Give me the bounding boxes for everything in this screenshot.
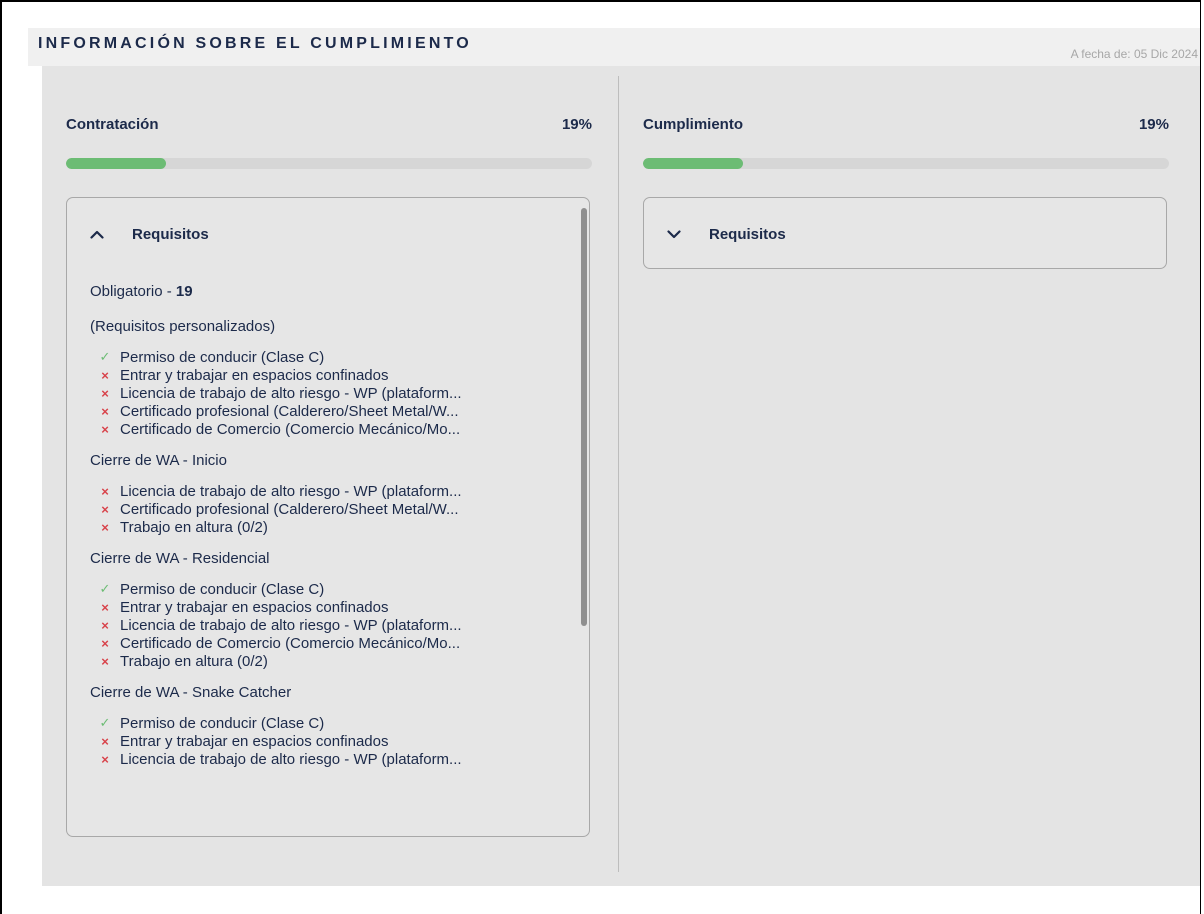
cross-icon: ×: [101, 421, 109, 437]
scrollbar[interactable]: [581, 208, 587, 828]
requirement-item-text: Permiso de conducir (Clase C): [120, 580, 325, 598]
hiring-header: Contratación 19%: [66, 116, 592, 136]
compliance-progress-bar: [643, 158, 1169, 169]
requirement-item-text: Licencia de trabajo de alto riesgo - WP …: [120, 482, 462, 500]
requirement-item: × Certificado de Comercio (Comercio Mecán…: [90, 420, 571, 438]
requirement-item-text: Entrar y trabajar en espacios confinados: [120, 366, 389, 384]
requirement-item: × Entrar y trabajar en espacios confinado…: [90, 366, 571, 384]
hiring-requirements-panel: Requisitos Obligatorio - 19 (Requisitos …: [66, 197, 590, 837]
requirement-item: × Certificado de Comercio (Comercio Mecán…: [90, 634, 571, 652]
requirement-group-title: Cierre de WA - Inicio: [90, 452, 227, 469]
requirement-item-text: Licencia de trabajo de alto riesgo - WP …: [120, 750, 462, 768]
compliance-percent: 19%: [1138, 116, 1169, 133]
requirement-item-text: Certificado de Comercio (Comercio Mecáni…: [120, 634, 461, 652]
requirement-item-text: Entrar y trabajar en espacios confinados: [120, 732, 389, 750]
requirement-group-title: (Requisitos personalizados): [90, 318, 276, 335]
as-of-date: A fecha de: 05 Dic 2024: [1070, 47, 1198, 61]
mandatory-count: 19: [175, 283, 193, 300]
hiring-requirements-label: Requisitos: [132, 225, 209, 243]
requirement-item: × Licencia de trabajo de alto riesgo - WP…: [90, 384, 571, 402]
hiring-title: Contratación: [66, 116, 159, 133]
requirement-group-items: × Licencia de trabajo de alto riesgo - WP…: [90, 482, 571, 536]
compliance-requirements-toggle[interactable]: Requisitos: [667, 222, 786, 246]
requirement-item: ✓ Permiso de conducir (Clase C): [90, 714, 571, 732]
requirement-item-text: Certificado profesional (Calderero/Sheet…: [120, 402, 459, 420]
cross-icon: ×: [101, 403, 109, 419]
cross-icon: ×: [101, 483, 109, 499]
requirement-item: × Licencia de trabajo de alto riesgo - WP…: [90, 616, 571, 634]
check-icon: ✓: [99, 715, 111, 730]
requirements-list[interactable]: Obligatorio - 19 (Requisitos personaliza…: [90, 280, 571, 824]
requirement-group-items: ✓ Permiso de conducir (Clase C) × Entrar y …: [90, 580, 571, 670]
requirement-group-title: Cierre de WA - Residencial: [90, 550, 270, 567]
requirement-item: × Licencia de trabajo de alto riesgo - WP…: [90, 750, 571, 768]
requirement-group-title: Cierre de WA - Snake Catcher: [90, 684, 292, 701]
cross-icon: ×: [101, 635, 109, 651]
cross-icon: ×: [101, 501, 109, 517]
cross-icon: ×: [101, 733, 109, 749]
check-icon: ✓: [99, 581, 111, 596]
requirement-group-items: ✓ Permiso de conducir (Clase C) × Entrar y …: [90, 714, 571, 768]
cross-icon: ×: [101, 653, 109, 669]
requirement-item: × Entrar y trabajar en espacios confinado…: [90, 732, 571, 750]
requirement-item: × Certificado profesional (Calderero/Shee…: [90, 402, 571, 420]
cross-icon: ×: [101, 519, 109, 535]
requirement-item-text: Certificado de Comercio (Comercio Mecáni…: [120, 420, 461, 438]
requirement-item: × Entrar y trabajar en espacios confinado…: [90, 598, 571, 616]
chevron-down-icon: [667, 229, 689, 239]
requirement-item: × Trabajo en altura (0/2): [90, 518, 571, 536]
cross-icon: ×: [101, 367, 109, 383]
requirement-item: ✓ Permiso de conducir (Clase C): [90, 580, 571, 598]
compliance-panel: Contratación 19% Requisitos Obligatorio …: [42, 66, 1200, 886]
chevron-up-icon: [90, 230, 112, 239]
requirement-item-text: Permiso de conducir (Clase C): [120, 714, 325, 732]
column-divider: [618, 76, 619, 872]
cross-icon: ×: [101, 599, 109, 615]
requirement-item: × Certificado profesional (Calderero/Shee…: [90, 500, 571, 518]
requirement-group-items: ✓ Permiso de conducir (Clase C) × Entrar y …: [90, 348, 571, 438]
mandatory-label: Obligatorio -: [90, 283, 176, 300]
compliance-requirements-label: Requisitos: [709, 225, 786, 243]
cross-icon: ×: [101, 751, 109, 767]
compliance-requirements-panel[interactable]: Requisitos: [643, 197, 1167, 269]
hiring-percent: 19%: [561, 116, 592, 133]
scrollbar-thumb[interactable]: [581, 208, 587, 626]
requirement-item-text: Certificado profesional (Calderero/Sheet…: [120, 500, 459, 518]
cross-icon: ×: [101, 617, 109, 633]
requirement-item-text: Entrar y trabajar en espacios confinados: [120, 598, 389, 616]
requirement-item: × Trabajo en altura (0/2): [90, 652, 571, 670]
requirement-item-text: Permiso de conducir (Clase C): [120, 348, 325, 366]
hiring-requirements-toggle[interactable]: Requisitos: [90, 222, 209, 246]
check-icon: ✓: [99, 349, 111, 364]
requirement-item: × Licencia de trabajo de alto riesgo - WP…: [90, 482, 571, 500]
cross-icon: ×: [101, 385, 109, 401]
hiring-progress-bar: [66, 158, 592, 169]
requirement-item-text: Trabajo en altura (0/2): [120, 652, 268, 670]
requirement-item-text: Licencia de trabajo de alto riesgo - WP …: [120, 384, 462, 402]
requirement-item-text: Trabajo en altura (0/2): [120, 518, 268, 536]
compliance-header: Cumplimiento 19%: [643, 116, 1169, 136]
section-title: INFORMACIÓN SOBRE EL CUMPLIMIENTO: [38, 35, 472, 52]
compliance-title: Cumplimiento: [643, 116, 743, 133]
mandatory-count-label: Obligatorio - 19: [90, 280, 571, 304]
hiring-progress-fill: [66, 158, 166, 169]
requirement-item-text: Licencia de trabajo de alto riesgo - WP …: [120, 616, 462, 634]
compliance-progress-fill: [643, 158, 743, 169]
requirement-groups: (Requisitos personalizados) ✓ Permiso de c…: [90, 316, 571, 768]
requirement-item: ✓ Permiso de conducir (Clase C): [90, 348, 571, 366]
